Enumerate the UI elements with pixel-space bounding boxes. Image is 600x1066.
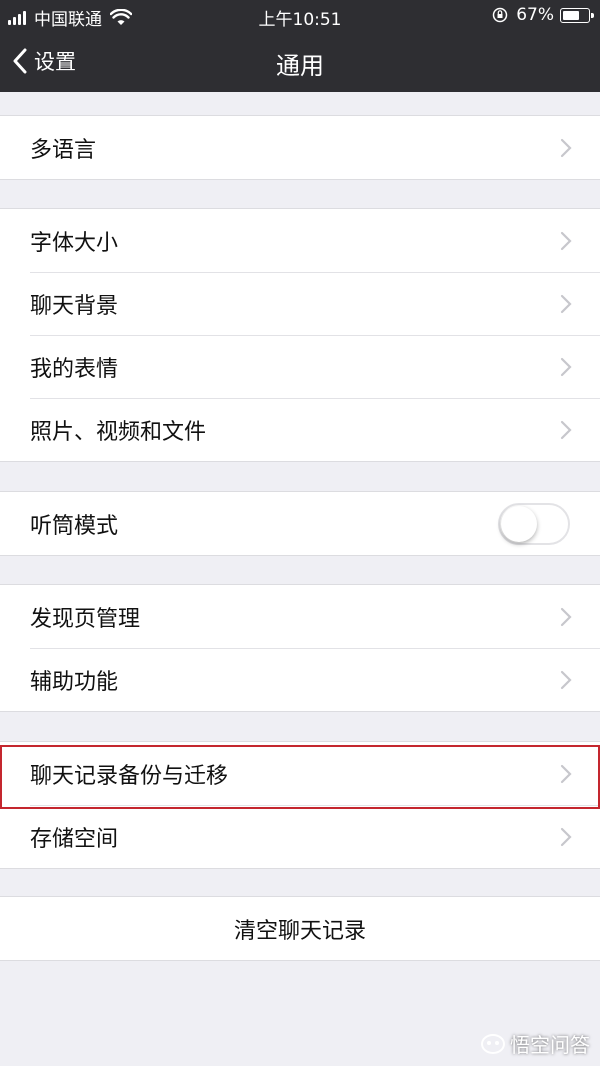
row-chat-backup-migration[interactable]: 聊天记录备份与迁移 — [0, 742, 600, 805]
status-bar: 中国联通 上午10:51 67% — [0, 0, 600, 32]
battery-percent: 67% — [516, 5, 554, 25]
settings-group-language: 多语言 — [0, 115, 600, 180]
page-title: 通用 — [276, 52, 324, 80]
row-font-size[interactable]: 字体大小 — [0, 209, 600, 272]
row-label: 辅助功能 — [30, 669, 119, 695]
wukong-logo-icon — [481, 1033, 505, 1054]
clear-chat-history-button[interactable]: 清空聊天记录 — [0, 897, 600, 960]
row-label: 聊天记录备份与迁移 — [30, 763, 229, 789]
row-label: 字体大小 — [30, 230, 119, 256]
row-photos-videos-files[interactable]: 照片、视频和文件 — [0, 398, 600, 461]
battery-icon — [560, 7, 594, 23]
toggle-knob — [501, 506, 537, 542]
row-label: 多语言 — [30, 137, 97, 163]
chevron-right-icon — [560, 138, 572, 158]
settings-group-clear: 清空聊天记录 — [0, 896, 600, 961]
row-label: 我的表情 — [30, 356, 119, 382]
chevron-right-icon — [560, 294, 572, 314]
chevron-right-icon — [560, 670, 572, 690]
row-label: 清空聊天记录 — [233, 918, 366, 944]
row-label: 聊天背景 — [30, 293, 119, 319]
battery-fill — [563, 10, 579, 20]
settings-group-storage: 聊天记录备份与迁移 存储空间 — [0, 741, 600, 869]
watermark-text: 悟空问答 — [510, 1033, 590, 1057]
chevron-right-icon — [560, 827, 572, 847]
watermark: 悟空问答 — [480, 1029, 590, 1058]
chevron-right-icon — [560, 764, 572, 784]
earpiece-mode-toggle[interactable] — [498, 503, 570, 545]
row-my-stickers[interactable]: 我的表情 — [0, 335, 600, 398]
row-storage-space[interactable]: 存储空间 — [0, 805, 600, 868]
chevron-right-icon — [560, 607, 572, 627]
row-label: 听筒模式 — [30, 513, 119, 539]
row-earpiece-mode: 听筒模式 — [0, 492, 600, 555]
row-label: 存储空间 — [30, 826, 119, 852]
settings-group-discover: 发现页管理 辅助功能 — [0, 584, 600, 712]
row-discover-management[interactable]: 发现页管理 — [0, 585, 600, 648]
chevron-right-icon — [560, 231, 572, 251]
settings-group-earpiece: 听筒模式 — [0, 491, 600, 556]
row-chat-background[interactable]: 聊天背景 — [0, 272, 600, 335]
chevron-right-icon — [560, 420, 572, 440]
row-label: 照片、视频和文件 — [30, 419, 207, 445]
row-language[interactable]: 多语言 — [0, 116, 600, 179]
settings-group-display: 字体大小 聊天背景 我的表情 照片、视频和文件 — [0, 208, 600, 462]
chevron-right-icon — [560, 357, 572, 377]
row-accessibility[interactable]: 辅助功能 — [0, 648, 600, 711]
row-label: 发现页管理 — [30, 606, 141, 632]
nav-bar: 设置 通用 — [0, 32, 600, 92]
rotation-lock-icon — [492, 7, 508, 23]
status-right: 67% — [492, 5, 594, 25]
